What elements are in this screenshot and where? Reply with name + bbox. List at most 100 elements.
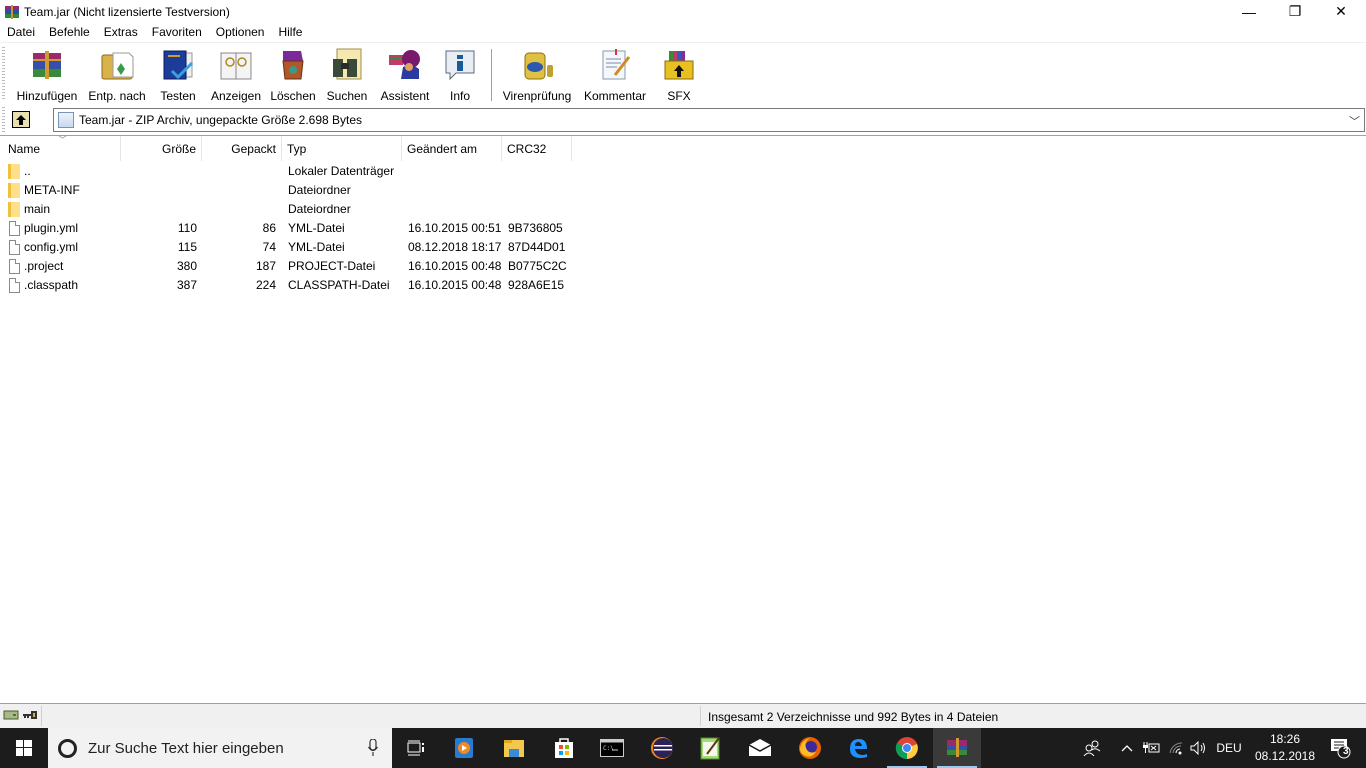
drive-icon[interactable] <box>3 709 19 721</box>
taskbar-winrar[interactable] <box>933 728 981 768</box>
extract-to-button[interactable]: Entp. nach <box>88 47 146 103</box>
clock-date: 08.12.2018 <box>1254 749 1316 763</box>
address-bar: Team.jar - ZIP Archiv, ungepackte Größe … <box>0 105 1366 135</box>
menu-befehle[interactable]: Befehle <box>42 23 97 42</box>
extract-to-icon <box>99 47 135 83</box>
column-header-size[interactable]: Größe <box>121 136 202 161</box>
taskbar-chrome[interactable] <box>883 728 931 768</box>
status-summary: Insgesamt 2 Verzeichnisse und 992 Bytes … <box>708 710 999 724</box>
column-header-modified[interactable]: Geändert am <box>402 136 502 161</box>
list-item-main[interactable]: main Dateiordner <box>0 200 580 219</box>
taskbar-firefox[interactable] <box>786 728 834 768</box>
java-archive-icon <box>58 112 74 128</box>
taskbar-search-box[interactable]: Zur Suche Text hier eingeben <box>48 728 392 768</box>
people-icon <box>1083 740 1101 756</box>
list-item-parent[interactable]: .. Lokaler Datenträger <box>0 162 580 181</box>
title-bar: Team.jar (Nicht lizensierte Testversion)… <box>0 0 1366 23</box>
power-status[interactable] <box>1140 728 1162 768</box>
delete-icon <box>275 47 311 83</box>
media-player-icon <box>455 738 473 758</box>
notepad-plus-icon <box>700 737 720 760</box>
firefox-icon <box>799 737 821 759</box>
file-icon <box>9 221 20 236</box>
clock-time: 18:26 <box>1269 732 1301 746</box>
add-button[interactable]: Hinzufügen <box>14 47 80 103</box>
archive-path-combobox[interactable]: Team.jar - ZIP Archiv, ungepackte Größe … <box>53 108 1365 132</box>
wizard-button[interactable]: Assistent <box>378 47 432 103</box>
task-view-icon <box>407 740 424 756</box>
file-icon <box>9 259 20 274</box>
task-view-button[interactable] <box>392 728 440 768</box>
start-button[interactable] <box>0 728 48 768</box>
file-list: ﹀ Name Größe Gepackt Typ Geändert am CRC… <box>0 135 1366 703</box>
mail-icon <box>748 739 772 756</box>
chrome-icon <box>895 737 918 760</box>
key-icon[interactable] <box>22 709 38 721</box>
volume-control[interactable] <box>1188 728 1210 768</box>
list-item-meta-inf[interactable]: META-INF Dateiordner <box>0 181 580 200</box>
find-button[interactable]: Suchen <box>324 47 370 103</box>
up-folder-button[interactable] <box>12 111 30 128</box>
comment-button[interactable]: Kommentar <box>582 47 648 103</box>
file-icon <box>9 278 20 293</box>
test-icon <box>160 47 196 83</box>
taskbar-store[interactable] <box>540 728 588 768</box>
list-item-classpath[interactable]: .classpath 387 224 CLASSPATH-Datei 16.10… <box>0 276 580 295</box>
taskbar-file-explorer[interactable] <box>490 728 538 768</box>
view-button[interactable]: Anzeigen <box>208 47 264 103</box>
list-item-project[interactable]: .project 380 187 PROJECT-Datei 16.10.201… <box>0 257 580 276</box>
taskbar-media-player[interactable] <box>440 728 488 768</box>
action-center-button[interactable]: 3 <box>1320 728 1360 768</box>
menu-hilfe[interactable]: Hilfe <box>271 23 309 42</box>
menu-optionen[interactable]: Optionen <box>209 23 272 42</box>
delete-button[interactable]: Löschen <box>268 47 318 103</box>
sfx-button[interactable]: SFX <box>660 47 698 103</box>
window-title: Team.jar (Nicht lizensierte Testversion) <box>24 4 230 19</box>
list-item-config-yml[interactable]: config.yml 115 74 YML-Datei 08.12.2018 1… <box>0 238 580 257</box>
taskbar-mail[interactable] <box>736 728 784 768</box>
column-header-crc32[interactable]: CRC32 <box>502 136 572 161</box>
comment-icon <box>597 47 633 83</box>
addressbar-grip[interactable] <box>2 107 5 133</box>
column-header-packed[interactable]: Gepackt <box>202 136 282 161</box>
virus-scan-button[interactable]: Virenprüfung <box>500 47 574 103</box>
taskbar-eclipse[interactable] <box>638 728 686 768</box>
menu-datei[interactable]: Datei <box>0 23 42 42</box>
winrar-app-icon <box>4 4 20 20</box>
column-header-type[interactable]: Typ <box>282 136 402 161</box>
taskbar-notepad-plus[interactable] <box>686 728 734 768</box>
menu-extras[interactable]: Extras <box>97 23 145 42</box>
list-header: ﹀ Name Größe Gepackt Typ Geändert am CRC… <box>0 135 1366 161</box>
menu-bar: Datei Befehle Extras Favoriten Optionen … <box>0 23 1366 42</box>
search-placeholder: Zur Suche Text hier eingeben <box>88 739 284 757</box>
close-button[interactable]: ✕ <box>1318 0 1364 23</box>
speaker-icon <box>1190 741 1205 755</box>
people-button[interactable] <box>1080 728 1104 768</box>
clock[interactable]: 18:26 08.12.2018 <box>1245 731 1325 765</box>
sort-indicator-icon: ﹀ <box>58 135 68 145</box>
show-hidden-icons-button[interactable] <box>1118 728 1136 768</box>
restore-button[interactable]: ❐ <box>1272 0 1318 23</box>
file-explorer-icon <box>504 740 524 757</box>
taskbar-command-prompt[interactable]: C:\ <box>588 728 636 768</box>
taskbar-edge[interactable] <box>834 728 882 768</box>
sfx-icon <box>661 47 697 83</box>
minimize-button[interactable]: — <box>1226 0 1272 23</box>
wizard-icon <box>387 47 423 83</box>
file-icon <box>9 240 20 255</box>
chevron-down-icon[interactable]: ﹀ <box>1349 113 1360 129</box>
add-archive-icon <box>29 47 65 83</box>
network-status[interactable] <box>1166 728 1188 768</box>
toolbar-grip[interactable] <box>2 47 5 101</box>
input-language[interactable]: DEU <box>1212 728 1246 768</box>
command-prompt-icon: C:\ <box>600 739 624 757</box>
menu-favoriten[interactable]: Favoriten <box>145 23 209 42</box>
column-header-name[interactable]: ﹀ Name <box>0 135 121 161</box>
view-icon <box>218 47 254 83</box>
list-item-plugin-yml[interactable]: plugin.yml 110 86 YML-Datei 16.10.2015 0… <box>0 219 580 238</box>
virus-scan-icon <box>519 47 555 83</box>
info-button[interactable]: Info <box>444 47 476 103</box>
microphone-icon[interactable] <box>368 739 378 757</box>
cortana-icon <box>58 738 77 758</box>
test-button[interactable]: Testen <box>158 47 198 103</box>
